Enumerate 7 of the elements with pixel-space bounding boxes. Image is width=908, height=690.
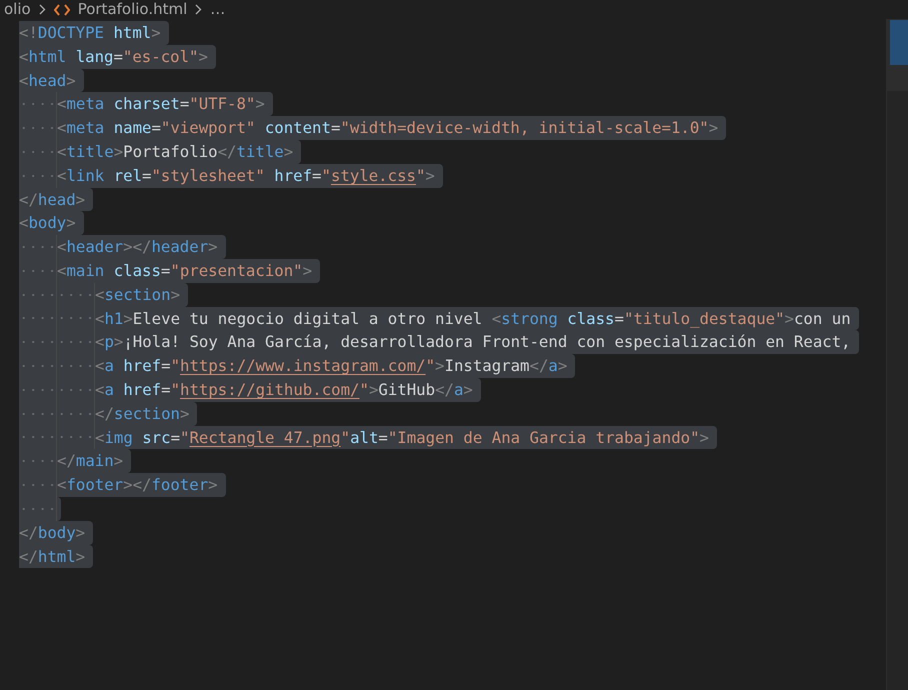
breadcrumb-file[interactable]: Portafolio.html bbox=[78, 0, 188, 19]
code-brackets-icon bbox=[54, 4, 70, 16]
breadcrumb-folder[interactable]: olio bbox=[4, 0, 31, 19]
chevron-icon bbox=[38, 4, 46, 15]
breadcrumb-more[interactable]: … bbox=[210, 0, 226, 19]
minimap[interactable] bbox=[886, 19, 908, 690]
chevron-icon bbox=[195, 4, 202, 15]
